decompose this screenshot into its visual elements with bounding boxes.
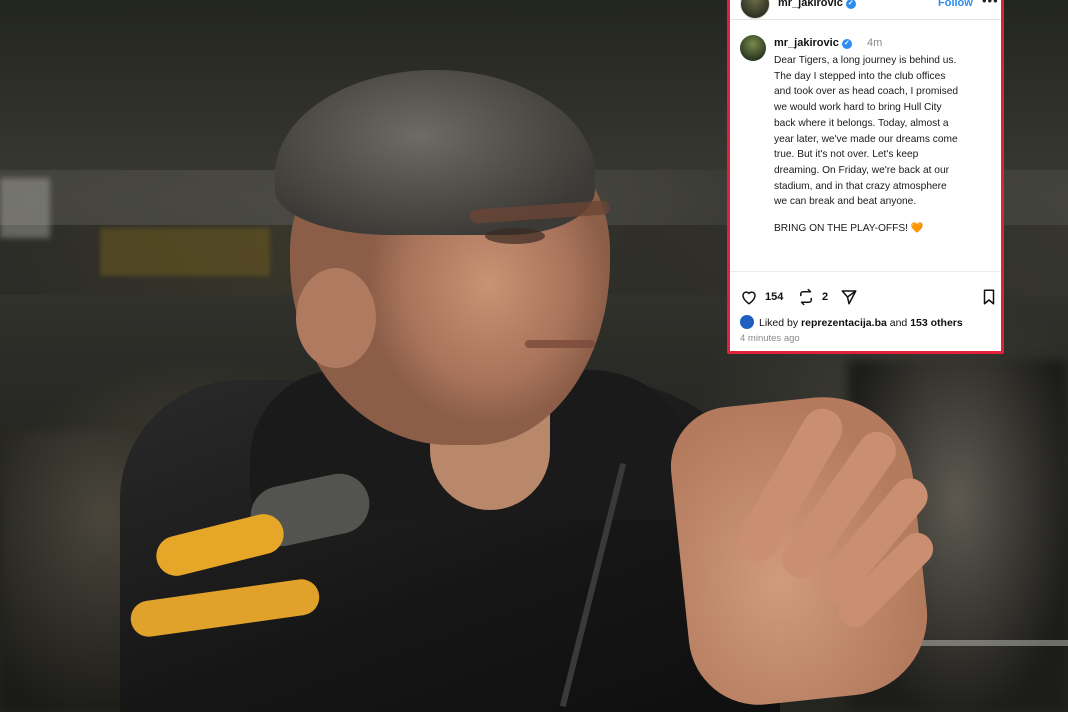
verified-icon: ✓: [845, 0, 856, 9]
divider: [730, 271, 1001, 272]
post-time: 4m: [867, 37, 883, 49]
header-username[interactable]: mr_jakirovic ✓: [778, 0, 856, 9]
follow-button[interactable]: Follow: [938, 0, 973, 9]
caption-line: we would work hard to bring Hull City: [774, 102, 942, 114]
repost-count: 2: [822, 291, 829, 303]
repost-icon[interactable]: [797, 288, 815, 306]
caption-line: Dear Tigers, a long journey is behind us…: [774, 55, 957, 66]
author-username[interactable]: mr_jakirovic ✓: [774, 37, 852, 49]
caption-line: The day I stepped into the club offices: [774, 70, 946, 82]
heart-icon[interactable]: [740, 288, 758, 306]
share-icon[interactable]: [840, 288, 858, 306]
coach-eye: [485, 228, 545, 244]
caption-line: year later, we've made our dreams come: [774, 133, 958, 145]
stadium-sign-white: [0, 178, 50, 238]
liked-by: Liked by reprezentacija.ba and 153 other…: [740, 315, 963, 329]
caption-line: and took over as head coach, I promised: [774, 86, 959, 98]
liked-by-user[interactable]: reprezentacija.ba: [801, 317, 887, 329]
caption-line: we can break and beat anyone.: [774, 196, 917, 208]
coach-ear: [296, 268, 376, 368]
post-actions: 154 2: [740, 288, 998, 308]
post-header: mr_jakirovic ✓ Follow •••: [730, 0, 1001, 19]
kappa-logo: [392, 608, 502, 652]
like-count: 154: [765, 291, 784, 303]
post-caption: Dear Tigers, a long journey is behind us…: [774, 53, 1000, 210]
divider: [730, 19, 1001, 20]
verified-icon: ✓: [841, 39, 852, 49]
caption-closing-line: BRING ON THE PLAY-OFFS! 🧡: [774, 223, 924, 234]
liked-by-middle: and: [886, 317, 911, 329]
header-avatar[interactable]: [740, 0, 770, 19]
caption-line: dreaming. On Friday, we're back at our: [774, 164, 950, 176]
liker-avatar[interactable]: [740, 315, 754, 329]
author-avatar[interactable]: [740, 35, 766, 61]
more-options-icon[interactable]: •••: [982, 0, 999, 8]
post-timestamp: 4 minutes ago: [740, 333, 800, 344]
coach-mouth: [525, 340, 595, 348]
caption-line: true. But it's not over. Let's keep: [774, 149, 919, 161]
liked-by-others[interactable]: 153 others: [910, 317, 963, 329]
caption-line: stadium, and in that crazy atmosphere: [774, 180, 947, 192]
instagram-post-card: mr_jakirovic ✓ Follow ••• mr_jakirovic ✓ 4…: [727, 0, 1004, 354]
liked-by-prefix: Liked by: [759, 317, 802, 329]
stadium-sign: [100, 228, 270, 276]
caption-line: back where it belongs. Today, almost a: [774, 117, 949, 129]
bookmark-icon[interactable]: [980, 288, 998, 306]
